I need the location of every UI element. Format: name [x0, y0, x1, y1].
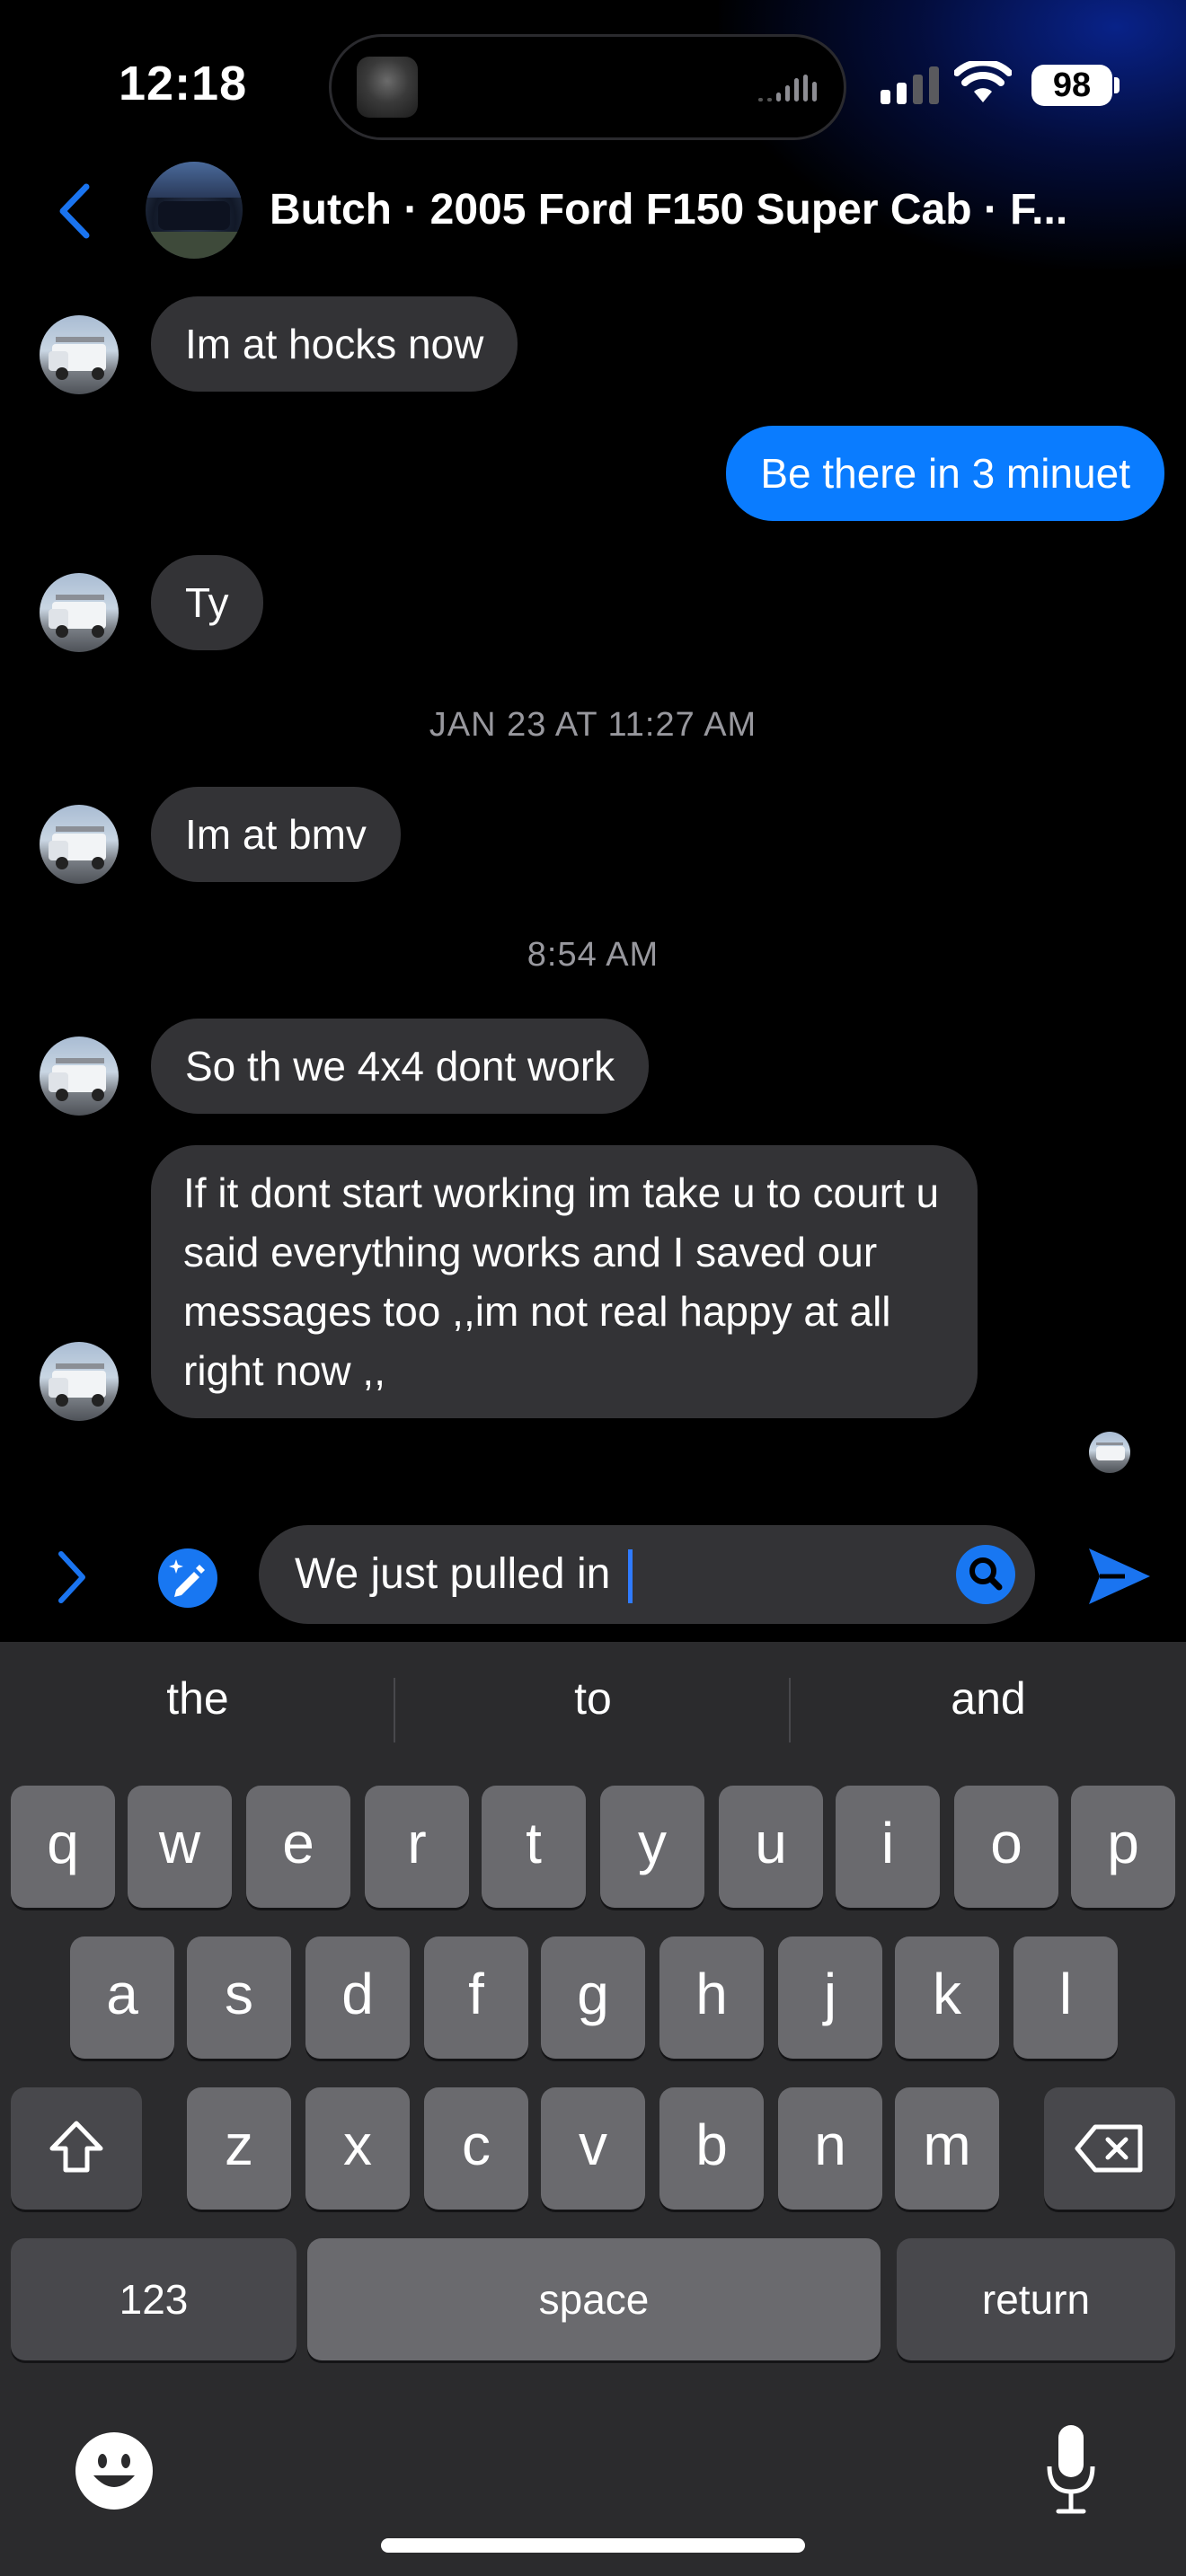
message-bubble-incoming[interactable]: So th we 4x4 dont work	[151, 1019, 650, 1114]
key-w[interactable]: w	[128, 1786, 232, 1908]
quicktype-bar: the to and	[0, 1642, 1186, 1778]
message-bubble-incoming[interactable]: Im at hocks now	[151, 296, 518, 392]
delete-icon	[1075, 2124, 1143, 2173]
cellular-signal-icon	[881, 65, 939, 104]
suggestion-3[interactable]: and	[791, 1672, 1186, 1725]
return-key[interactable]: return	[897, 2238, 1175, 2360]
key-h[interactable]: h	[659, 1936, 764, 2059]
key-j[interactable]: j	[778, 1936, 882, 2059]
key-s[interactable]: s	[187, 1936, 291, 2059]
suggestion-2[interactable]: to	[395, 1672, 791, 1725]
key-z[interactable]: z	[187, 2087, 291, 2210]
key-t[interactable]: t	[482, 1786, 586, 1908]
numbers-key[interactable]: 123	[11, 2238, 296, 2360]
key-i[interactable]: i	[836, 1786, 940, 1908]
message-bubble-incoming[interactable]: Im at bmv	[151, 787, 401, 882]
battery-indicator: 98	[1031, 65, 1112, 106]
key-n[interactable]: n	[778, 2087, 882, 2210]
message-timestamp: 8:54 AM	[527, 936, 659, 974]
message-bubble-incoming[interactable]: If it dont start working im take u to co…	[151, 1145, 978, 1418]
emoji-icon[interactable]	[75, 2432, 153, 2510]
message-composer: We just pulled in	[0, 1518, 1186, 1635]
sender-avatar[interactable]	[40, 315, 119, 394]
key-x[interactable]: x	[305, 2087, 410, 2210]
shift-key[interactable]	[11, 2087, 142, 2210]
key-e[interactable]: e	[246, 1786, 350, 1908]
key-p[interactable]: p	[1071, 1786, 1175, 1908]
message-timestamp: JAN 23 AT 11:27 AM	[429, 706, 757, 744]
message-bubble-incoming[interactable]: Ty	[151, 555, 263, 650]
key-l[interactable]: l	[1013, 1936, 1118, 2059]
key-y[interactable]: y	[600, 1786, 704, 1908]
message-input-text[interactable]: We just pulled in	[295, 1547, 633, 1604]
send-icon[interactable]	[1085, 1545, 1152, 1608]
sender-avatar[interactable]	[40, 1342, 119, 1421]
delete-key[interactable]	[1044, 2087, 1175, 2210]
key-k[interactable]: k	[895, 1936, 999, 2059]
key-u[interactable]: u	[719, 1786, 823, 1908]
keyboard: the to and q w e r t y u i o p a s d f g…	[0, 1642, 1186, 2576]
sender-avatar[interactable]	[40, 1037, 119, 1116]
sender-avatar[interactable]	[40, 805, 119, 884]
key-d[interactable]: d	[305, 1936, 410, 2059]
key-r[interactable]: r	[365, 1786, 469, 1908]
magic-pen-icon[interactable]	[158, 1548, 217, 1608]
key-a[interactable]: a	[70, 1936, 174, 2059]
chevron-right-icon[interactable]	[54, 1548, 90, 1606]
battery-tip	[1114, 77, 1120, 93]
home-indicator[interactable]	[381, 2538, 805, 2553]
message-bubble-outgoing[interactable]: Be there in 3 minuet	[726, 426, 1164, 521]
chat-header: Butch · 2005 Ford F150 Super Cab · F...	[0, 160, 1186, 260]
contact-avatar[interactable]	[146, 162, 243, 259]
suggestion-1[interactable]: the	[0, 1672, 395, 1725]
conversation-title[interactable]: Butch · 2005 Ford F150 Super Cab · F...	[270, 185, 1067, 234]
key-g[interactable]: g	[541, 1936, 645, 2059]
status-time: 12:18	[119, 57, 248, 110]
key-c[interactable]: c	[424, 2087, 528, 2210]
chevron-left-icon[interactable]	[50, 180, 101, 243]
key-q[interactable]: q	[11, 1786, 115, 1908]
microphone-icon[interactable]	[1042, 2422, 1100, 2520]
text-caret	[627, 1549, 633, 1604]
dynamic-island[interactable]	[329, 34, 846, 140]
key-v[interactable]: v	[541, 2087, 645, 2210]
search-icon[interactable]	[956, 1545, 1015, 1604]
key-f[interactable]: f	[424, 1936, 528, 2059]
read-receipt-avatar	[1089, 1432, 1130, 1473]
audio-waveform-icon	[758, 75, 817, 101]
live-activity-avatar	[357, 57, 418, 118]
status-bar: 12:18 98	[0, 0, 1186, 269]
message-input[interactable]: We just pulled in	[259, 1525, 1035, 1624]
shift-icon	[49, 2121, 103, 2173]
key-m[interactable]: m	[895, 2087, 999, 2210]
space-key[interactable]: space	[307, 2238, 881, 2360]
sender-avatar[interactable]	[40, 573, 119, 652]
key-b[interactable]: b	[659, 2087, 764, 2210]
wifi-icon	[954, 61, 1012, 102]
key-o[interactable]: o	[954, 1786, 1058, 1908]
